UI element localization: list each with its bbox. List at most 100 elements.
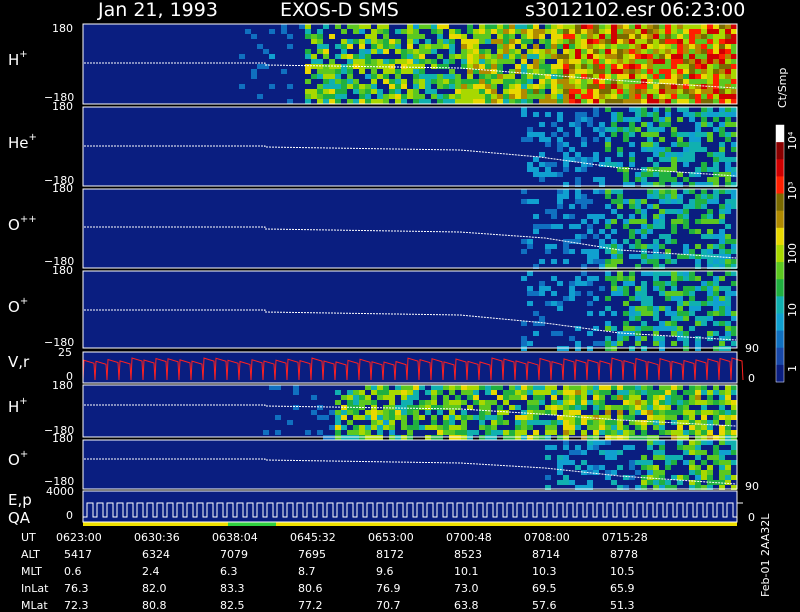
spectrogram-cell [443, 420, 449, 425]
spectrogram-cell [563, 385, 569, 390]
spectrogram-cell [659, 390, 665, 395]
spectrogram-cell [569, 420, 575, 425]
spectrogram-cell [683, 132, 689, 137]
spectrogram-cell [659, 177, 665, 182]
spectrogram-cell [515, 94, 521, 99]
spectrogram-cell [665, 311, 671, 316]
spectrogram-cell [665, 326, 671, 331]
spectrogram-cell [671, 142, 677, 147]
spectrogram-cell [449, 390, 455, 395]
spectrogram-cell [407, 395, 413, 400]
spectrogram-cell [317, 405, 323, 410]
table-cell: 76.9 [376, 582, 401, 595]
tick-ep-bottom: 0 [66, 509, 73, 522]
spectrogram-cell [695, 219, 701, 224]
spectrogram-cell [323, 49, 329, 54]
spectrogram-cell [653, 415, 659, 420]
spectrogram-cell [359, 94, 365, 99]
spectrogram-cell [605, 74, 611, 79]
spectrogram-cell [731, 49, 737, 54]
spectrogram-cell [329, 34, 335, 39]
spectrogram-cell [647, 64, 653, 69]
spectrogram-cell [719, 301, 725, 306]
spectrogram-cell [383, 395, 389, 400]
spectrogram-cell [665, 157, 671, 162]
spectrogram-cell [635, 44, 641, 49]
spectrogram-cell [695, 286, 701, 291]
spectrogram-cell [713, 112, 719, 117]
spectrogram-cell [605, 194, 611, 199]
spectrogram-cell [413, 39, 419, 44]
spectrogram-cell [335, 400, 341, 405]
table-cell: 80.8 [142, 599, 167, 612]
spectrogram-cell [641, 49, 647, 54]
spectrogram-cell [581, 137, 587, 142]
spectrogram-cell [461, 54, 467, 59]
spectrogram-cell [569, 34, 575, 39]
spectrogram-cell [707, 24, 713, 29]
spectrogram-cell [623, 291, 629, 296]
spectrogram-cell [695, 84, 701, 89]
spectrogram-cell [563, 430, 569, 435]
spectrogram-cell [581, 395, 587, 400]
spectrogram-cell [611, 326, 617, 331]
spectrogram-cell [707, 177, 713, 182]
spectrogram-cell [521, 29, 527, 34]
spectrogram-cell [671, 24, 677, 29]
spectrogram-cell [671, 189, 677, 194]
spectrogram-cell [419, 405, 425, 410]
spectrogram-cell [593, 420, 599, 425]
spectrogram-cell [527, 162, 533, 167]
spectrogram-cell [491, 59, 497, 64]
spectrogram-cell [671, 49, 677, 54]
spectrogram-cell [503, 410, 509, 415]
spectrogram-cell [269, 54, 275, 59]
spectrogram-cell [581, 430, 587, 435]
spectrogram-cell [431, 405, 437, 410]
spectrogram-cell [689, 306, 695, 311]
spectrogram-cell [719, 79, 725, 84]
spectrogram-cell [593, 405, 599, 410]
spectrogram-cell [437, 425, 443, 430]
spectrogram-cell [305, 94, 311, 99]
spectrogram-cell [377, 410, 383, 415]
spectrogram-cell [467, 89, 473, 94]
spectrogram-cell [689, 59, 695, 64]
spectrogram-cell [569, 204, 575, 209]
spectrogram-cell [371, 400, 377, 405]
spectrogram-cell [677, 440, 683, 445]
spectrogram-cell [683, 64, 689, 69]
spectrogram-cell [587, 162, 593, 167]
spectrogram-cell [659, 480, 665, 485]
spectrogram-cell [491, 390, 497, 395]
spectrogram-cell [347, 390, 353, 395]
spectrogram-cell [533, 89, 539, 94]
spectrogram-cell [569, 249, 575, 254]
spectrogram-cell [395, 410, 401, 415]
spectrogram-cell [623, 321, 629, 326]
spectrogram-cell [581, 194, 587, 199]
spectrogram-cell [413, 74, 419, 79]
spectrogram-cell [443, 94, 449, 99]
spectrogram-cell [545, 209, 551, 214]
spectrogram-cell [683, 147, 689, 152]
spectrogram-cell [527, 99, 533, 104]
spectrogram-cell [725, 74, 731, 79]
spectrogram-cell [701, 415, 707, 420]
spectrogram-cell [653, 281, 659, 286]
spectrogram-cell [683, 445, 689, 450]
spectrogram-cell [305, 24, 311, 29]
spectrogram-cell [593, 94, 599, 99]
spectrogram-cell [365, 410, 371, 415]
spectrogram-cell [491, 89, 497, 94]
spectrogram-cell [611, 199, 617, 204]
spectrogram-cell [587, 89, 593, 94]
spectrogram-cell [335, 430, 341, 435]
spectrogram-cell [581, 84, 587, 89]
spectrogram-cell [611, 54, 617, 59]
spectrogram-cell [695, 34, 701, 39]
spectrogram-cell [659, 244, 665, 249]
spectrogram-cell [569, 29, 575, 34]
spectrogram-cell [527, 132, 533, 137]
spectrogram-cell [467, 430, 473, 435]
